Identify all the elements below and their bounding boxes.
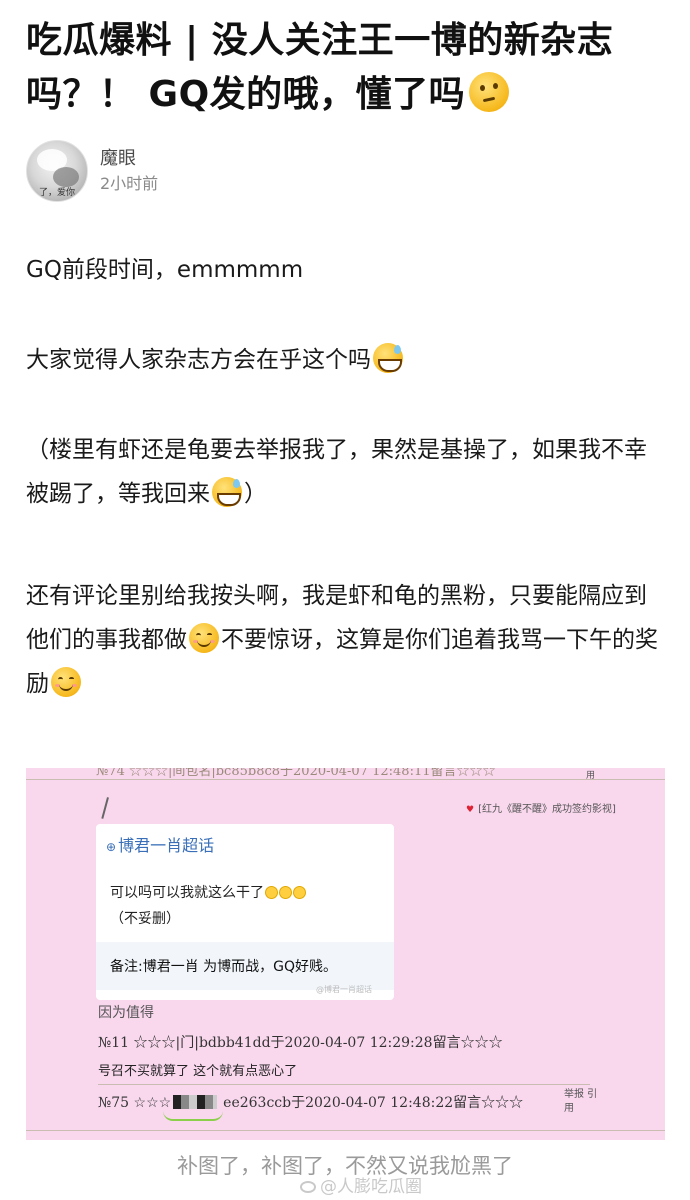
paragraph-3-text: （楼里有虾还是龟要去举报我了，果然是基操了，如果我不幸被踢了，等我回来 — [26, 437, 647, 507]
smile-emoji-icon — [51, 667, 81, 697]
embedded-screenshot[interactable]: №74 ☆☆☆|间包名|bc85b8c8于2020-04-07 12:48:11… — [26, 768, 665, 1140]
paragraph-3: （楼里有虾还是龟要去举报我了，果然是基操了，如果我不幸被踢了，等我回来） — [26, 428, 666, 516]
paragraph-3-end: ） — [244, 481, 267, 507]
author-name[interactable]: 魔眼 — [100, 146, 158, 172]
quote-link[interactable]: 用 — [564, 1102, 597, 1116]
sweat-smile-emoji-icon — [212, 477, 242, 507]
report-link[interactable]: 举报 引 — [564, 1088, 597, 1102]
topic-icon: ⊕ — [106, 840, 117, 854]
post-time: 2小时前 — [100, 174, 159, 193]
card-line-1: 可以吗可以我就这么干了 — [110, 882, 306, 902]
divider — [98, 1084, 590, 1085]
face-emoji-icon — [279, 886, 292, 899]
paragraph-1: GQ前段时间，emmmmm — [26, 257, 304, 283]
comment-meta-11: №11 ☆☆☆|门|bdbb41dd于2020-04-07 12:29:28留言… — [98, 1035, 503, 1051]
comment-meta-75-suffix: ee263ccb于2020-04-07 12:48:22留言☆☆☆ — [223, 1095, 524, 1111]
movie-note: ♥ [红九《醒不醒》成功签约影视] — [466, 800, 616, 815]
embed-top-meta: №74 ☆☆☆|间包名|bc85b8c8于2020-04-07 12:48:11… — [96, 768, 496, 779]
report-quote-links[interactable]: 举报 引用 — [564, 1088, 597, 1116]
face-emoji-icon — [293, 886, 306, 899]
weibo-logo-icon — [300, 1181, 316, 1193]
comment-meta-75-prefix: №75 ☆☆☆ — [98, 1095, 172, 1111]
avatar[interactable]: 了，爱你 — [26, 140, 88, 202]
card-line-2: （不妥删） — [110, 911, 180, 927]
card-note: 备注:博君一肖 为博而战，GQ好贱。 — [110, 959, 338, 975]
weibo-watermark: @人膨吃瓜圈 — [300, 1172, 422, 1197]
topic-name: 博君一肖超话 — [118, 836, 215, 855]
post-title: 吃瓜爆料 | 没人关注王一博的新杂志吗？！ GQ发的哦，懂了吗 — [26, 14, 666, 122]
heart-icon: ♥ — [466, 805, 475, 815]
embed-top-line: №74 ☆☆☆|间包名|bc85b8c8于2020-04-07 12:48:11… — [26, 768, 665, 780]
watermark-text: @人膨吃瓜圈 — [320, 1177, 422, 1197]
avatar-text: 了，爱你 — [39, 188, 76, 198]
thinking-emoji-icon — [469, 72, 510, 112]
divider — [26, 1130, 665, 1131]
sweat-smile-emoji-icon — [373, 343, 403, 373]
card-watermark: @博君一肖超话 — [316, 985, 372, 994]
highlight-mark — [163, 1111, 224, 1121]
post-title-text: 吃瓜爆料 | 没人关注王一博的新杂志吗？！ GQ发的哦，懂了吗 — [26, 20, 614, 115]
comment-reply: 号召不买就算了 这个就有点恶心了 — [98, 1064, 298, 1079]
comment-meta-75: №75 ☆☆☆ ee263ccb于2020-04-07 12:48:22留言☆☆☆ — [98, 1092, 523, 1121]
brush-icon — [101, 797, 117, 821]
author-meta: 魔眼 2小时前 — [100, 146, 158, 196]
movie-note-text: [红九《醒不醒》成功签约影视] — [478, 804, 616, 815]
super-topic: ⊕ 博君一肖超话 — [106, 832, 214, 856]
card-line-1-text: 可以吗可以我就这么干了 — [110, 885, 264, 901]
embed-top-right: 用 — [586, 771, 596, 781]
smile-emoji-icon — [189, 623, 219, 653]
paragraph-4: 还有评论里别给我按头啊，我是虾和龟的黑粉，只要能隔应到他们的事我都做 不要惊讶，这… — [26, 574, 666, 706]
author-row[interactable]: 了，爱你 魔眼 2小时前 — [26, 140, 158, 202]
weibo-card: ⊕ 博君一肖超话 可以吗可以我就这么干了 （不妥删） 备注:博君一肖 为博而战，G… — [96, 824, 394, 1000]
paragraph-2: 大家觉得人家杂志方会在乎这个吗 — [26, 338, 666, 382]
card-note-box: 备注:博君一肖 为博而战，GQ好贱。 — [96, 942, 394, 990]
reason-text: 因为值得 — [98, 1005, 154, 1021]
face-emoji-icon — [265, 886, 278, 899]
blurred-id — [173, 1095, 218, 1109]
paragraph-2-text: 大家觉得人家杂志方会在乎这个吗 — [26, 347, 371, 373]
